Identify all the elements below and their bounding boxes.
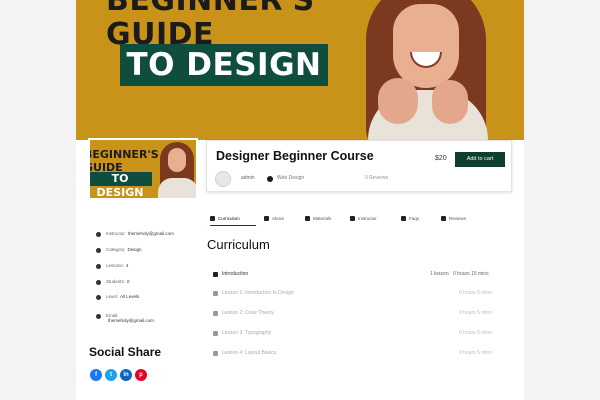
lesson-item[interactable]: Lesson 4: Layout Basics 0 hours 5 mins — [213, 350, 505, 358]
curriculum-title: Curriculum — [207, 237, 270, 252]
students-icon — [96, 280, 101, 285]
info-label: Students: — [106, 279, 126, 284]
materials-icon — [305, 215, 310, 221]
lesson-title: Lesson 1: Introduction to Design — [222, 290, 294, 296]
tab-about[interactable]: About — [264, 212, 284, 224]
linkedin-icon[interactable]: in — [120, 369, 132, 381]
lesson-title: Lesson 4: Layout Basics — [222, 350, 277, 356]
instructor-icon — [350, 215, 355, 221]
course-meta-row: admin Web Design 0 Reviews — [215, 171, 515, 187]
user-icon — [96, 232, 101, 237]
info-item-students: Students: 0 — [96, 278, 196, 288]
social-share-title: Social Share — [89, 345, 162, 359]
pinterest-icon[interactable]: p — [135, 369, 147, 381]
lesson-icon — [213, 291, 218, 296]
course-rating: 0 Reviews — [365, 175, 389, 181]
section-lesson-count: 1 lesson — [430, 271, 449, 277]
course-page: BEGINNER'S GUIDE TO DESIGN BEGINNER'S GU… — [76, 0, 524, 400]
thumbnail-line1: BEGINNER'S — [88, 148, 159, 161]
tab-label: Materials — [313, 215, 332, 221]
facebook-icon[interactable]: f — [90, 369, 102, 381]
tab-materials[interactable]: Materials — [305, 212, 331, 224]
hero-pill: TO DESIGN — [120, 44, 328, 86]
info-item-lessons: Lessons: 4 — [96, 262, 196, 272]
info-label: Category: — [106, 247, 126, 252]
thumbnail-title: BEGINNER'S GUIDE — [88, 148, 159, 174]
info-value: Design — [127, 247, 142, 252]
hero-headline-line1: BEGINNER'S — [106, 0, 315, 18]
lesson-icon — [213, 311, 218, 316]
course-category[interactable]: Web Design — [277, 175, 304, 181]
lesson-title: Lesson 2: Color Theory — [222, 310, 274, 316]
faq-icon — [401, 215, 406, 221]
info-value: 4 — [126, 263, 129, 268]
lesson-item[interactable]: Lesson 2: Color Theory 0 hours 5 mins — [213, 310, 505, 318]
twitter-icon[interactable]: t — [105, 369, 117, 381]
thumbnail-pill: TO DESIGN — [90, 172, 152, 198]
section-icon — [213, 272, 218, 277]
info-label: Level: — [106, 294, 119, 299]
course-price: $20 — [435, 155, 447, 162]
lesson-icon — [213, 351, 218, 356]
lessons-icon — [96, 264, 101, 269]
tab-label: Reviews — [449, 215, 467, 221]
info-item-category: Category: Design — [96, 246, 196, 256]
course-thumbnail: BEGINNER'S GUIDE TO DESIGN — [88, 138, 198, 200]
section-title: Introduction — [222, 271, 249, 277]
add-to-cart-button[interactable]: Add to cart — [455, 152, 505, 167]
lesson-icon — [213, 331, 218, 336]
lesson-meta: 0 hours 5 mins — [459, 310, 492, 316]
tab-label: Faqs — [409, 215, 420, 221]
tab-label: About — [272, 215, 284, 221]
course-title: Designer Beginner Course — [216, 149, 374, 163]
info-label: Instructor: — [106, 231, 127, 236]
info-item-email: Email: themeholy@gmail.com — [96, 312, 196, 323]
author-name[interactable]: admin — [241, 175, 255, 181]
info-item-level: Level: All Levels — [96, 293, 196, 303]
tab-instructor[interactable]: Instructor — [350, 212, 377, 224]
lesson-meta: 0 hours 5 mins — [459, 290, 492, 296]
course-tabs: Curriculum About Materials Instructor Fa… — [210, 212, 514, 226]
avatar[interactable] — [215, 171, 231, 187]
lesson-meta: 0 hours 5 mins — [459, 330, 492, 336]
tab-curriculum[interactable]: Curriculum — [210, 212, 240, 224]
section-duration: 0 hours 15 mins — [453, 271, 489, 277]
category-icon — [267, 176, 273, 182]
category-icon — [96, 248, 101, 253]
tab-label: Curriculum — [218, 215, 240, 221]
lesson-item[interactable]: Lesson 3: Typography 0 hours 5 mins — [213, 330, 505, 338]
info-value: themeholy@gmail.com — [108, 318, 154, 323]
active-tab-indicator — [210, 225, 256, 226]
info-label: Lessons: — [106, 263, 125, 268]
level-icon — [96, 295, 101, 300]
tab-label: Instructor — [358, 215, 377, 221]
curriculum-icon — [210, 215, 215, 221]
lesson-meta: 0 hours 5 mins — [459, 350, 492, 356]
tab-faqs[interactable]: Faqs — [401, 212, 419, 224]
info-item-instructor: Instructor: themeholy@gmail.com — [96, 230, 196, 240]
lesson-title: Lesson 3: Typography — [222, 330, 272, 336]
info-value: All Levels — [120, 294, 140, 299]
email-icon — [96, 314, 101, 319]
hero-banner: BEGINNER'S GUIDE TO DESIGN — [76, 0, 524, 140]
social-share-buttons: f t in p — [90, 369, 147, 381]
about-icon — [264, 215, 269, 221]
hero-person-image — [338, 0, 508, 140]
info-value: 0 — [127, 279, 130, 284]
reviews-icon — [441, 215, 446, 221]
info-value: themeholy@gmail.com — [128, 231, 174, 236]
lesson-item[interactable]: Lesson 1: Introduction to Design 0 hours… — [213, 290, 505, 298]
tab-reviews[interactable]: Reviews — [441, 212, 466, 224]
course-header-card: Designer Beginner Course $20 Add to cart… — [206, 140, 512, 192]
curriculum-section-header[interactable]: Introduction 1 lesson 0 hours 15 mins — [213, 271, 505, 279]
